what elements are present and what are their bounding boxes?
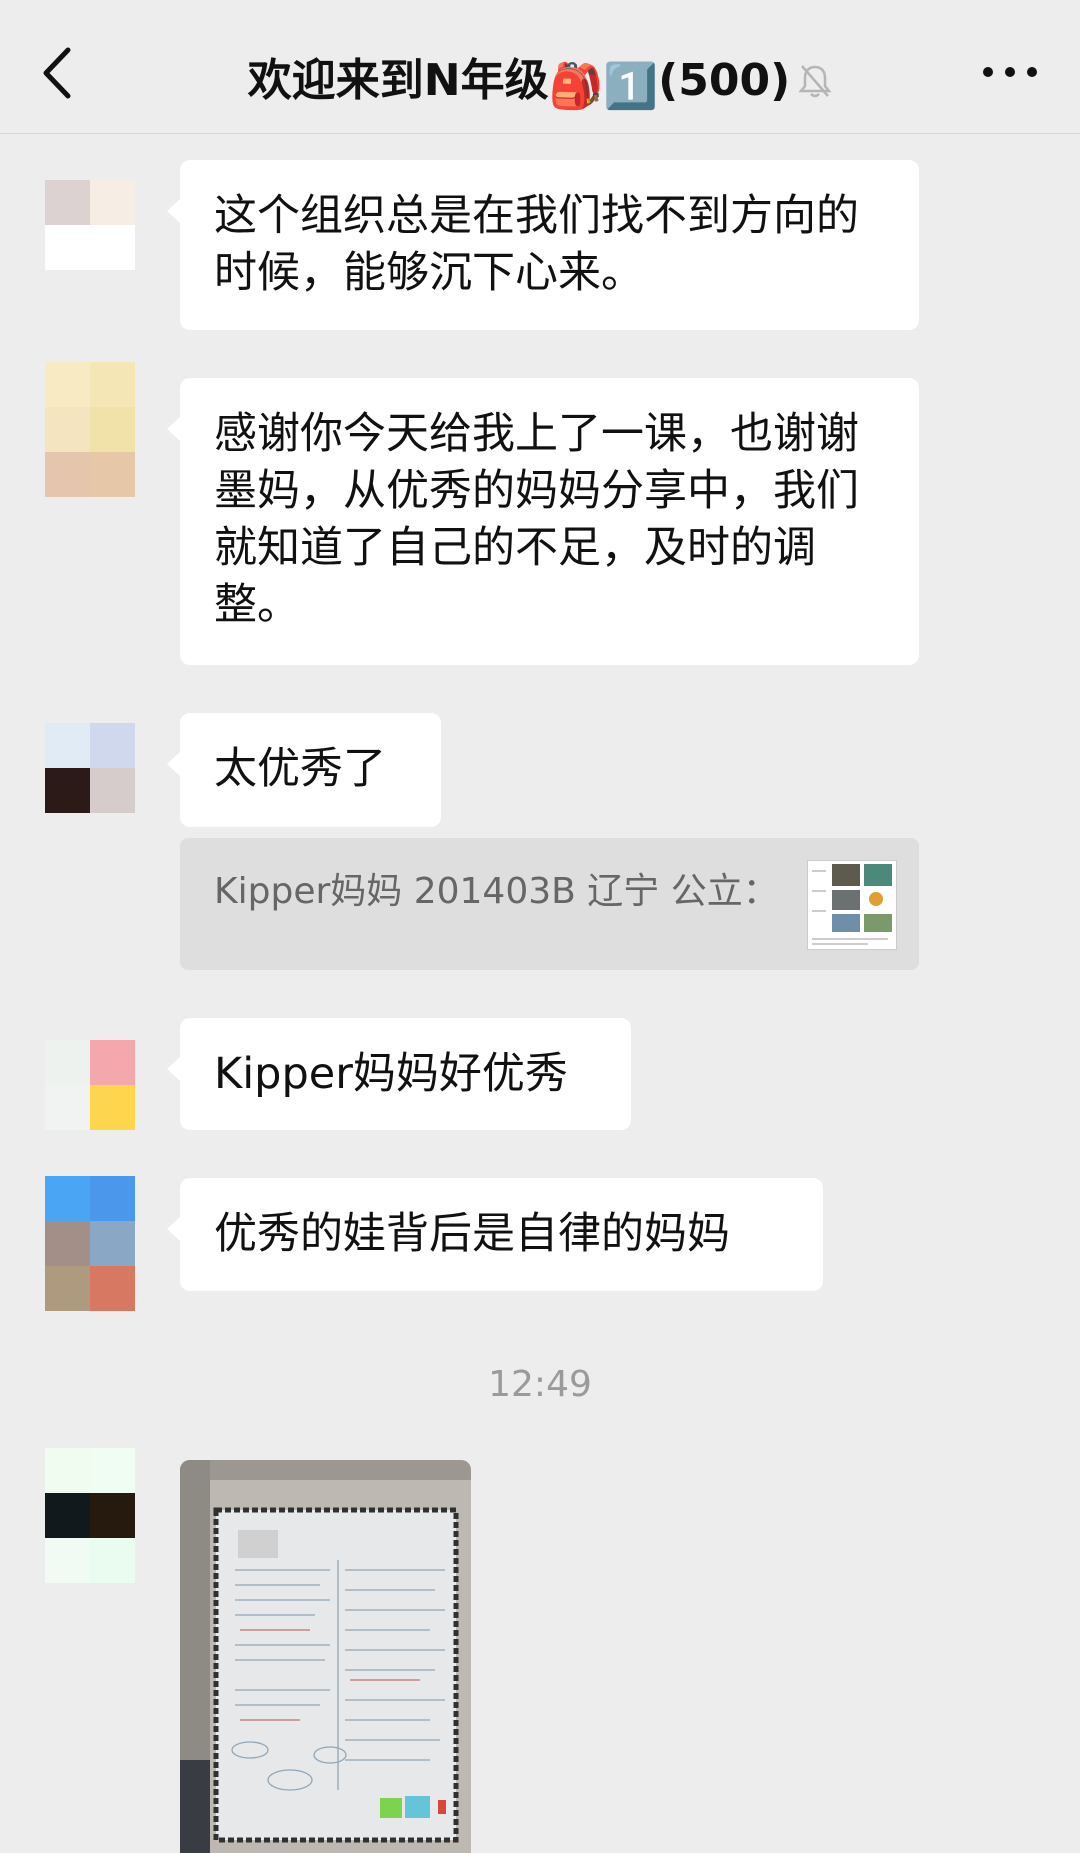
message-bubble[interactable]: 这个组织总是在我们找不到方向的时候，能够沉下心来。 xyxy=(167,160,919,330)
avatar-pixel xyxy=(45,768,90,813)
avatar-pixel xyxy=(45,1448,90,1493)
message-text: 太优秀了 xyxy=(214,744,386,794)
message-bubble[interactable]: 感谢你今天给我上了一课，也谢谢墨妈，从优秀的妈妈分享中，我们就知道了自己的不足，… xyxy=(167,378,919,665)
keycap-one-emoji: 1️⃣ xyxy=(603,61,659,112)
avatar-pixel xyxy=(90,1266,135,1311)
avatar-pixel xyxy=(90,452,135,497)
mute-bell-icon xyxy=(798,65,832,98)
avatar-pixel xyxy=(45,1221,90,1266)
avatar-pixel xyxy=(45,1266,90,1311)
avatar-pixel xyxy=(90,407,135,452)
avatar-pixel xyxy=(45,452,90,497)
avatar-pixel xyxy=(90,1448,135,1493)
message-text: Kipper妈妈好优秀 xyxy=(214,1049,568,1099)
avatar-pixel xyxy=(45,723,90,768)
avatar-pixel xyxy=(90,1085,135,1130)
whiteboard-image xyxy=(180,1460,471,1853)
message-text: 这个组织总是在我们找不到方向的时候，能够沉下心来。 xyxy=(214,191,859,298)
avatar[interactable] xyxy=(45,1448,135,1583)
message-text: 感谢你今天给我上了一课，也谢谢墨妈，从优秀的妈妈分享中，我们就知道了自己的不足，… xyxy=(214,409,859,630)
avatar[interactable] xyxy=(45,1176,135,1311)
avatar[interactable] xyxy=(45,180,135,270)
avatar-pixel xyxy=(45,1493,90,1538)
avatar-pixel xyxy=(45,1176,90,1221)
quoted-message[interactable]: Kipper妈妈 201403B 辽宁 公立： xyxy=(180,838,919,970)
avatar-pixel xyxy=(90,1221,135,1266)
avatar-pixel xyxy=(90,1040,135,1085)
quoted-message-text: Kipper妈妈 201403B 辽宁 公立： xyxy=(214,871,779,912)
avatar-pixel xyxy=(45,225,90,270)
avatar-pixel xyxy=(45,1040,90,1085)
avatar-pixel xyxy=(90,180,135,225)
avatar-pixel xyxy=(90,1176,135,1221)
avatar-pixel xyxy=(45,362,90,407)
avatar-pixel xyxy=(90,1538,135,1583)
avatar-pixel xyxy=(90,362,135,407)
backpack-emoji: 🎒 xyxy=(548,61,604,112)
whiteboard-photo[interactable] xyxy=(180,1460,471,1853)
message-text: 优秀的娃背后是自律的妈妈 xyxy=(214,1209,730,1259)
message-bubble[interactable]: Kipper妈妈好优秀 xyxy=(167,1018,631,1130)
chat-header: 欢迎来到N年级🎒1️⃣(500) xyxy=(0,0,1080,134)
avatar-pixel xyxy=(90,723,135,768)
avatar[interactable] xyxy=(45,723,135,813)
timestamp: 12:49 xyxy=(488,1364,592,1405)
message-bubble[interactable]: 太优秀了 xyxy=(167,713,441,827)
avatar-pixel xyxy=(90,1493,135,1538)
more-options-icon[interactable] xyxy=(980,60,1040,84)
message-bubble[interactable]: 优秀的娃背后是自律的妈妈 xyxy=(167,1178,823,1291)
avatar-pixel xyxy=(45,1538,90,1583)
avatar[interactable] xyxy=(45,1040,135,1130)
quoted-image-thumbnail[interactable] xyxy=(807,860,897,950)
group-name: 欢迎来到N年级 xyxy=(247,55,549,106)
avatar-pixel xyxy=(45,1085,90,1130)
avatar[interactable] xyxy=(45,362,135,497)
chat-title: 欢迎来到N年级🎒1️⃣(500) xyxy=(0,44,1080,112)
avatar-pixel xyxy=(90,768,135,813)
avatar-pixel xyxy=(90,225,135,270)
member-count: (500) xyxy=(658,55,791,106)
avatar-pixel xyxy=(45,407,90,452)
avatar-pixel xyxy=(45,180,90,225)
